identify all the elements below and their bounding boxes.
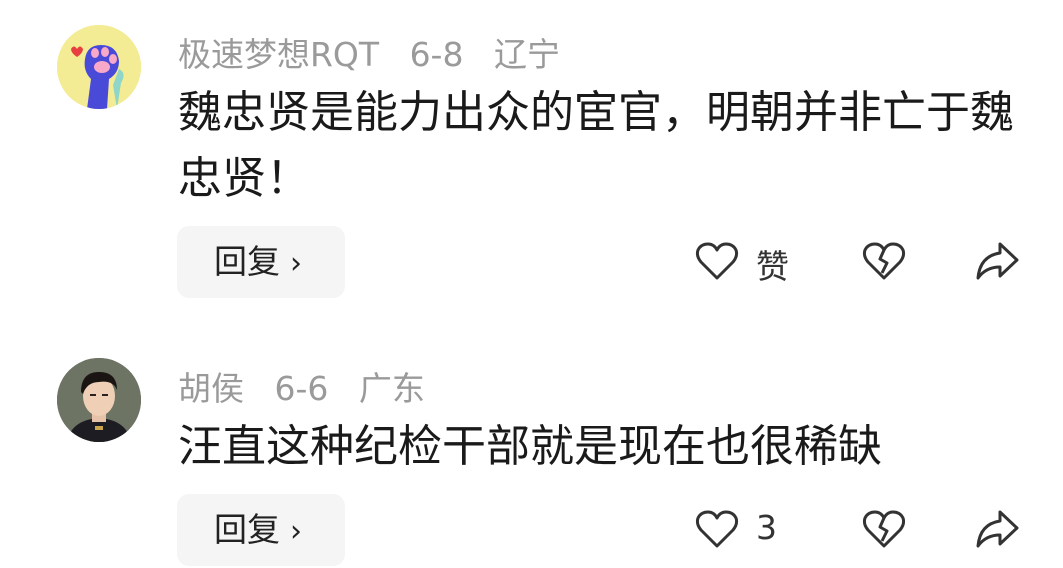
share-icon xyxy=(976,510,1019,548)
comment-date: 6-8 xyxy=(409,35,464,74)
like-count[interactable]: 3 xyxy=(756,508,777,547)
dislike-button[interactable] xyxy=(862,241,906,285)
comment-location: 辽宁 xyxy=(493,35,560,74)
heart-icon xyxy=(695,242,739,280)
dislike-button[interactable] xyxy=(862,509,906,553)
reply-button[interactable]: 回复 › xyxy=(177,494,345,566)
comment-location: 广东 xyxy=(358,369,425,408)
share-button[interactable] xyxy=(974,508,1020,554)
reply-label: 回复 xyxy=(214,242,280,281)
comment-date: 6-6 xyxy=(274,369,329,408)
person-portrait-icon xyxy=(57,358,141,442)
like-button[interactable] xyxy=(695,509,739,553)
reply-label: 回复 xyxy=(214,510,280,549)
like-button[interactable] xyxy=(695,241,739,285)
chevron-right-icon: › xyxy=(290,246,302,281)
comment-meta: 极速梦想RQT 6-8 辽宁 xyxy=(178,28,580,76)
broken-heart-icon xyxy=(862,510,906,548)
comment-text: 魏忠贤是能力出众的宦官，明朝并非亡于魏忠贤！ xyxy=(178,87,1014,204)
comment-text: 汪直这种纪检干部就是现在也很稀缺 xyxy=(178,421,882,472)
avatar[interactable] xyxy=(57,25,141,109)
comment-meta: 胡侯 6-6 广东 xyxy=(178,362,445,410)
paw-icon xyxy=(57,25,141,109)
avatar[interactable] xyxy=(57,358,141,442)
heart-icon xyxy=(695,510,739,548)
share-icon xyxy=(976,242,1019,280)
author-name[interactable]: 胡侯 xyxy=(178,369,244,408)
reply-button[interactable]: 回复 › xyxy=(177,226,345,298)
chevron-right-icon: › xyxy=(290,514,302,549)
share-button[interactable] xyxy=(974,240,1020,286)
like-label[interactable]: 赞 xyxy=(756,240,789,288)
author-name[interactable]: 极速梦想RQT xyxy=(178,35,379,74)
broken-heart-icon xyxy=(862,242,906,280)
